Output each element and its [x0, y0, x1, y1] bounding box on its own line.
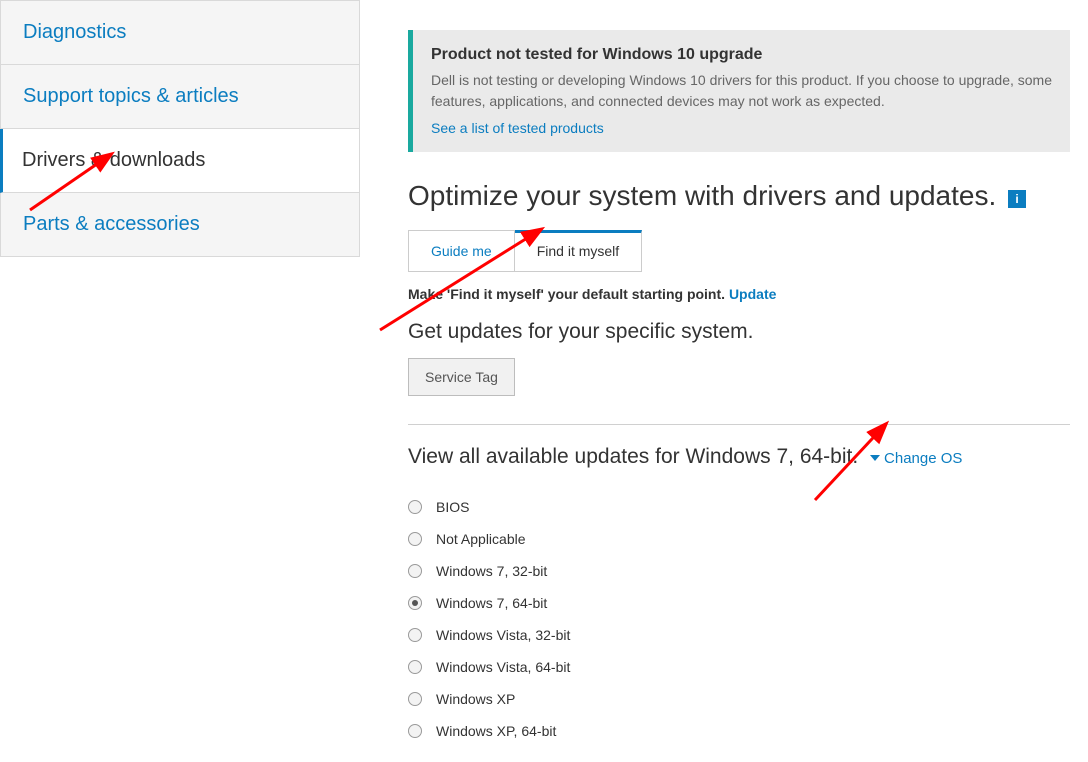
notice-link-tested-products[interactable]: See a list of tested products — [431, 120, 604, 136]
main-content: Product not tested for Windows 10 upgrad… — [360, 0, 1088, 747]
sidebar: Diagnostics Support topics & articles Dr… — [0, 0, 360, 747]
os-option[interactable]: Windows XP — [408, 683, 1070, 715]
os-option[interactable]: Not Applicable — [408, 523, 1070, 555]
os-label: Windows Vista, 32-bit — [436, 627, 570, 643]
view-updates-heading: View all available updates for Windows 7… — [408, 445, 1070, 469]
view-updates-text: View all available updates for Windows 7… — [408, 445, 858, 468]
radio-icon[interactable] — [408, 628, 422, 642]
change-os-label: Change OS — [884, 450, 962, 467]
radio-icon[interactable] — [408, 500, 422, 514]
radio-icon[interactable] — [408, 692, 422, 706]
change-os-link[interactable]: Change OS — [870, 450, 962, 467]
radio-icon[interactable] — [408, 724, 422, 738]
radio-icon[interactable] — [408, 532, 422, 546]
os-option[interactable]: Windows Vista, 32-bit — [408, 619, 1070, 651]
os-label: Windows XP, 64-bit — [436, 723, 556, 739]
os-option[interactable]: Windows 7, 64-bit — [408, 587, 1070, 619]
hint-prefix: Make ' — [408, 286, 450, 302]
radio-icon[interactable] — [408, 660, 422, 674]
specific-system-heading: Get updates for your specific system. — [408, 320, 1070, 344]
tab-find-it-myself[interactable]: Find it myself — [515, 230, 642, 272]
sidebar-item-drivers-downloads[interactable]: Drivers & downloads — [0, 129, 360, 193]
radio-icon[interactable] — [408, 564, 422, 578]
radio-icon[interactable] — [408, 596, 422, 610]
os-label: Windows 7, 32-bit — [436, 563, 547, 579]
os-label: Windows XP — [436, 691, 515, 707]
sidebar-item-parts-accessories[interactable]: Parts & accessories — [0, 193, 360, 257]
page-title: Optimize your system with drivers and up… — [408, 180, 1070, 212]
page-title-text: Optimize your system with drivers and up… — [408, 180, 996, 211]
sidebar-item-diagnostics[interactable]: Diagnostics — [0, 0, 360, 65]
tab-guide-me[interactable]: Guide me — [408, 230, 515, 272]
os-list: BIOS Not Applicable Windows 7, 32-bit Wi… — [408, 491, 1070, 747]
os-option[interactable]: Windows XP, 64-bit — [408, 715, 1070, 747]
notice-banner: Product not tested for Windows 10 upgrad… — [408, 30, 1070, 152]
info-icon[interactable]: i — [1008, 190, 1026, 208]
os-label: Windows Vista, 64-bit — [436, 659, 570, 675]
os-option[interactable]: Windows Vista, 64-bit — [408, 651, 1070, 683]
service-tag-button[interactable]: Service Tag — [408, 358, 515, 396]
sidebar-item-support-topics[interactable]: Support topics & articles — [0, 65, 360, 129]
notice-title: Product not tested for Windows 10 upgrad… — [431, 46, 1052, 64]
os-option[interactable]: Windows 7, 32-bit — [408, 555, 1070, 587]
os-option[interactable]: BIOS — [408, 491, 1070, 523]
default-hint: Make 'Find it myself' your default start… — [408, 286, 1070, 302]
caret-down-icon — [870, 455, 880, 461]
notice-body: Dell is not testing or developing Window… — [431, 70, 1052, 112]
os-label: Not Applicable — [436, 531, 526, 547]
os-label: Windows 7, 64-bit — [436, 595, 547, 611]
hint-suffix: ' your default starting point. — [540, 286, 728, 302]
update-link[interactable]: Update — [729, 286, 776, 302]
tabs: Guide me Find it myself — [408, 230, 1070, 272]
divider — [408, 424, 1070, 425]
hint-mid: Find it myself — [450, 286, 540, 302]
os-label: BIOS — [436, 499, 469, 515]
